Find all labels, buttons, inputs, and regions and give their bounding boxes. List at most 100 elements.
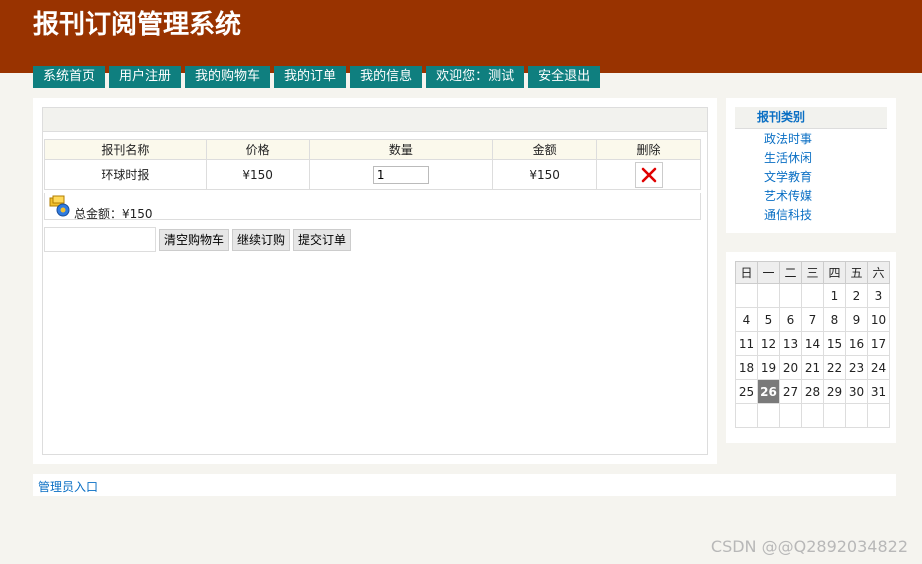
calendar-empty-cell	[845, 403, 868, 428]
calendar-day[interactable]: 18	[735, 355, 758, 380]
quantity-input[interactable]	[372, 165, 429, 184]
category-item-politics[interactable]: 政法时事	[764, 130, 812, 149]
calendar-empty-cell	[867, 403, 890, 428]
weekday-tue: 二	[779, 261, 802, 284]
cart-table: 报刊名称 价格 数量 金额 删除 环球时报 ¥150 ¥150	[44, 139, 701, 190]
nav-welcome-user[interactable]: 欢迎您：测试	[426, 66, 525, 88]
category-item-lifestyle[interactable]: 生活休闲	[764, 149, 812, 168]
calendar-week-row	[735, 403, 890, 428]
cart-panel: 报刊名称 价格 数量 金额 删除 环球时报 ¥150 ¥150	[33, 98, 717, 464]
nav-my-info[interactable]: 我的信息	[350, 66, 423, 88]
calendar-day[interactable]: 3	[867, 283, 890, 308]
footer-bar: 管理员入口	[33, 474, 896, 496]
calendar-day[interactable]: 7	[801, 307, 824, 332]
weekday-fri: 五	[845, 261, 868, 284]
calendar-week-row: 11 12 13 14 15 16 17	[735, 331, 890, 356]
item-price: ¥150	[205, 159, 310, 190]
calendar-day[interactable]: 15	[823, 331, 846, 356]
calendar-day[interactable]: 27	[779, 379, 802, 404]
admin-login-link[interactable]: 管理员入口	[38, 478, 98, 495]
watermark-text: CSDN @@Q2892034822	[710, 537, 908, 556]
calendar-day[interactable]: 23	[845, 355, 868, 380]
calendar-day[interactable]: 8	[823, 307, 846, 332]
calendar-week-row: 123	[735, 283, 890, 308]
calendar-day[interactable]: 17	[867, 331, 890, 356]
nav-home[interactable]: 系统首页	[33, 66, 106, 88]
item-quantity-cell	[308, 159, 494, 190]
category-list: 政法时事 生活休闲 文学教育 艺术传媒 通信科技	[764, 130, 812, 225]
col-amount-header: 金额	[492, 139, 598, 160]
site-title: 报刊订阅管理系统	[33, 10, 242, 40]
cart-actions: 清空购物车 继续订购 提交订单	[44, 227, 352, 252]
item-amount: ¥150	[492, 159, 598, 190]
calendar-day[interactable]: 9	[845, 307, 868, 332]
total-amount: 总金额：¥150	[74, 207, 153, 221]
item-delete-cell	[596, 159, 701, 190]
calendar-day[interactable]: 24	[867, 355, 890, 380]
calendar-day[interactable]: 26	[757, 379, 780, 404]
col-delete-header: 删除	[596, 139, 701, 160]
calendar-empty-cell	[823, 403, 846, 428]
weekday-sat: 六	[867, 261, 890, 284]
total-row: 总金额：¥150	[44, 193, 701, 221]
calendar-panel: 日 一 二 三 四 五 六 1 2 3 4 5 6 7 8 9 10 11 12 13 14 15 16 17 1…	[726, 252, 896, 443]
calendar-week-row: 4 5 6 7 8 9 10	[735, 307, 890, 332]
nav-cart[interactable]: 我的购物车	[185, 66, 271, 88]
category-panel: 报刊类别 政法时事 生活休闲 文学教育 艺术传媒 通信科技	[726, 98, 896, 233]
nav-orders[interactable]: 我的订单	[274, 66, 347, 88]
calendar-empty-cell	[779, 283, 802, 308]
item-name: 环球时报	[44, 159, 207, 190]
calendar-day[interactable]: 29	[823, 379, 846, 404]
calendar-day[interactable]: 6	[779, 307, 802, 332]
delete-item-button[interactable]	[634, 161, 663, 188]
calendar-day[interactable]: 14	[801, 331, 824, 356]
continue-order-button[interactable]: 继续订购	[232, 228, 291, 251]
category-item-literature[interactable]: 文学教育	[764, 168, 812, 187]
weekday-mon: 一	[757, 261, 780, 284]
calendar-empty-cell	[779, 403, 802, 428]
calendar-day[interactable]: 2	[845, 283, 868, 308]
calendar-weekday-row: 日 一 二 三 四 五 六	[735, 261, 890, 284]
category-title: 报刊类别	[735, 107, 887, 129]
col-price-header: 价格	[205, 139, 310, 160]
cart-box: 报刊名称 价格 数量 金额 删除 环球时报 ¥150 ¥150	[42, 107, 708, 455]
col-name-header: 报刊名称	[44, 139, 207, 160]
calendar-day[interactable]: 4	[735, 307, 758, 332]
calendar-table: 日 一 二 三 四 五 六 1 2 3 4 5 6 7 8 9 10 11 12 13 14 15 16 17 1…	[735, 261, 890, 428]
calendar-day[interactable]: 22	[823, 355, 846, 380]
calendar-week-row: 18 19 20 21 22 23 24	[735, 355, 890, 380]
calendar-day[interactable]: 28	[801, 379, 824, 404]
calendar-empty-cell	[801, 283, 824, 308]
nav-logout[interactable]: 安全退出	[528, 66, 601, 88]
calendar-day[interactable]: 20	[779, 355, 802, 380]
category-item-tech[interactable]: 通信科技	[764, 206, 812, 225]
calendar-day[interactable]: 30	[845, 379, 868, 404]
calendar-day[interactable]: 11	[735, 331, 758, 356]
weekday-wed: 三	[801, 261, 824, 284]
main-nav: 系统首页 用户注册 我的购物车 我的订单 我的信息 欢迎您：测试 安全退出	[33, 66, 601, 88]
nav-register[interactable]: 用户注册	[109, 66, 182, 88]
calendar-day[interactable]: 10	[867, 307, 890, 332]
calendar-day[interactable]: 21	[801, 355, 824, 380]
calendar-week-row: 25 26 27 28 29 30 31	[735, 379, 890, 404]
money-bag-icon	[49, 195, 70, 217]
calendar-day[interactable]: 31	[867, 379, 890, 404]
calendar-day[interactable]: 19	[757, 355, 780, 380]
delete-x-icon	[641, 167, 656, 182]
weekday-thu: 四	[823, 261, 846, 284]
calendar-empty-cell	[757, 403, 780, 428]
calendar-day[interactable]: 13	[779, 331, 802, 356]
category-item-arts[interactable]: 艺术传媒	[764, 187, 812, 206]
cart-header-row: 报刊名称 价格 数量 金额 删除	[44, 139, 701, 160]
calendar-empty-cell	[735, 403, 758, 428]
calendar-body: 1 2 3 4 5 6 7 8 9 10 11 12 13 14 15 16 17 18 19 20 21 22 23 24 2…	[735, 283, 890, 428]
weekday-sun: 日	[735, 261, 758, 284]
calendar-day[interactable]: 1	[823, 283, 846, 308]
calendar-day[interactable]: 12	[757, 331, 780, 356]
actions-blank-field	[44, 227, 156, 252]
calendar-day[interactable]: 5	[757, 307, 780, 332]
submit-order-button[interactable]: 提交订单	[293, 228, 352, 251]
calendar-day[interactable]: 16	[845, 331, 868, 356]
calendar-day[interactable]: 25	[735, 379, 758, 404]
clear-cart-button[interactable]: 清空购物车	[159, 228, 230, 251]
